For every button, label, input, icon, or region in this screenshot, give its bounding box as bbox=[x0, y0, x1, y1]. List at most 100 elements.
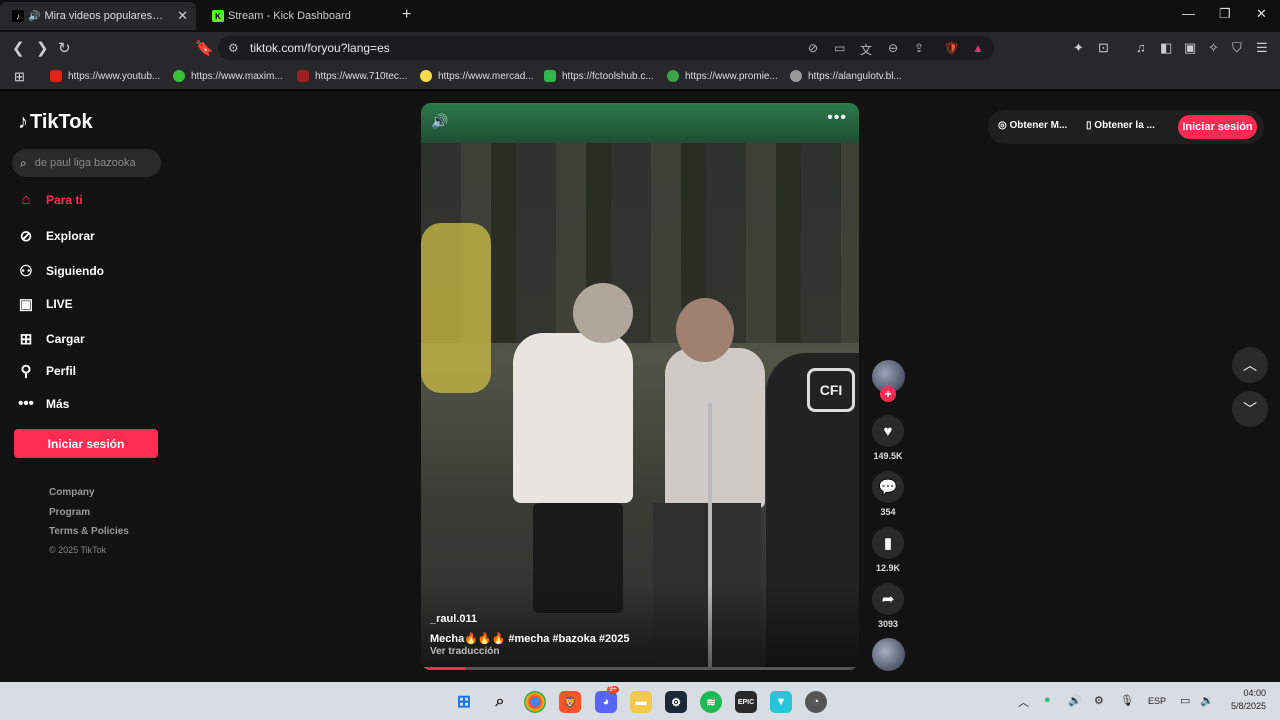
restore-button[interactable]: ❐ bbox=[1219, 6, 1231, 22]
volume-tray-icon[interactable]: 🔊 bbox=[1068, 694, 1082, 707]
previous-video-button[interactable]: ︿ bbox=[1232, 347, 1268, 383]
bookmark-youtube[interactable]: https://www.youtub... bbox=[50, 70, 160, 82]
nav-cargar[interactable]: ⊞ Cargar bbox=[16, 330, 85, 348]
wallet-icon[interactable]: ▣ bbox=[1184, 40, 1196, 56]
epic-games-icon[interactable]: EPIC bbox=[735, 691, 757, 713]
nav-perfil[interactable]: ⚲ Perfil bbox=[16, 362, 77, 380]
windows-start-icon[interactable]: ⊞ bbox=[453, 691, 475, 713]
compass-icon: ⊘ bbox=[19, 228, 33, 245]
language-indicator[interactable]: ESP bbox=[1148, 696, 1166, 706]
volume-icon[interactable]: 🔊 bbox=[431, 113, 448, 130]
bookmark-maxim[interactable]: https://www.maxim... bbox=[173, 70, 283, 82]
video-progress-bar[interactable] bbox=[421, 667, 859, 670]
heart-icon[interactable]: ♥ bbox=[872, 415, 904, 447]
back-button[interactable]: ❮ bbox=[12, 39, 25, 57]
search-icon[interactable]: ⌕ bbox=[489, 691, 511, 713]
steam-icon[interactable]: ⚙ bbox=[665, 691, 687, 713]
brave-shields-icon[interactable]: 🛡 bbox=[944, 41, 959, 55]
apps-grid-icon[interactable]: ⊞ bbox=[14, 69, 25, 85]
video-player[interactable]: CFI 🔊 ••• _raul.011 Mecha🔥🔥🔥 #mecha #baz… bbox=[421, 103, 859, 670]
more-options-icon[interactable]: ••• bbox=[827, 109, 847, 127]
share-icon[interactable]: ⇪ bbox=[914, 41, 924, 55]
share-action[interactable]: ➦ 3093 bbox=[871, 583, 905, 629]
bookmark-promie[interactable]: https://www.promie... bbox=[667, 70, 778, 82]
discord-icon[interactable]: ◕ bbox=[595, 691, 617, 713]
chevron-down-icon: ﹀ bbox=[1243, 401, 1257, 417]
footer-company-link[interactable]: Company bbox=[49, 487, 95, 498]
see-translation-link[interactable]: Ver traducción bbox=[430, 646, 499, 657]
sound-disc-avatar[interactable] bbox=[872, 638, 905, 671]
bookmark-710tec[interactable]: https://www.710tec... bbox=[297, 70, 407, 82]
save-action[interactable]: ▮ 12.9K bbox=[871, 527, 905, 573]
video-caption[interactable]: Mecha🔥🔥🔥 #mecha #bazoka #2025 bbox=[430, 632, 629, 645]
video-username[interactable]: _raul.011 bbox=[430, 613, 477, 625]
phone-icon: ▯ bbox=[1086, 120, 1092, 131]
nav-siguiendo[interactable]: ⚇ Siguiendo bbox=[16, 262, 104, 280]
nav-mas[interactable]: ••• Más bbox=[16, 395, 69, 412]
follow-plus-icon[interactable]: + bbox=[880, 386, 896, 402]
leo-ai-icon[interactable]: ✧ bbox=[1208, 40, 1219, 56]
footer-program-link[interactable]: Program bbox=[49, 507, 90, 518]
file-explorer-icon[interactable]: ▬ bbox=[630, 691, 652, 713]
microphone-icon[interactable]: 🎙 bbox=[1120, 694, 1134, 707]
brave-icon[interactable]: 🦁 bbox=[559, 691, 581, 713]
new-tab-button[interactable]: + bbox=[402, 6, 411, 24]
bookmark-fctoolshub[interactable]: https://fctoolshub.c... bbox=[544, 70, 654, 82]
tiktok-logo[interactable]: ♪ TikTok bbox=[18, 111, 93, 134]
nav-live[interactable]: ▣ LIVE bbox=[16, 295, 73, 313]
translate-icon[interactable]: 文 bbox=[860, 41, 872, 58]
next-video-button[interactable]: ﹀ bbox=[1232, 391, 1268, 427]
cast-icon[interactable]: ▭ bbox=[834, 41, 845, 55]
share-arrow-icon[interactable]: ➦ bbox=[872, 583, 904, 615]
kick-favicon-icon: K bbox=[212, 10, 224, 22]
brave-rewards-icon[interactable]: ▲ bbox=[972, 41, 984, 55]
reload-button[interactable]: ↻ bbox=[58, 39, 71, 57]
login-button[interactable]: Iniciar sesión bbox=[14, 429, 158, 458]
search-input[interactable]: ⌕ de paul liga bazooka bbox=[12, 149, 161, 177]
extensions-icon[interactable]: ✦ bbox=[1073, 40, 1084, 56]
zoom-icon[interactable]: ⊖ bbox=[888, 41, 898, 55]
bookmark-label: https://www.mercad... bbox=[438, 70, 534, 82]
nav-explorar[interactable]: ⊘ Explorar bbox=[16, 227, 95, 245]
bookmark-mercadolibre[interactable]: https://www.mercad... bbox=[420, 70, 534, 82]
forward-button[interactable]: ❯ bbox=[36, 39, 49, 57]
video-frame-figure bbox=[513, 333, 633, 503]
get-app-link[interactable]: ▯ Obtener la ... bbox=[1086, 120, 1155, 131]
bookmark-label: https://www.710tec... bbox=[315, 70, 408, 82]
media-icon[interactable]: ♫ bbox=[1136, 40, 1146, 55]
bookmark-icon[interactable]: 🔖 bbox=[195, 39, 214, 57]
like-action[interactable]: ♥ 149.5K bbox=[871, 415, 905, 461]
clock-time: 04:00 bbox=[1243, 688, 1266, 698]
tab-title: Mira videos populares selecci bbox=[44, 10, 164, 22]
status-dot-icon[interactable]: ● bbox=[1044, 694, 1051, 706]
comment-action[interactable]: 💬 354 bbox=[871, 471, 905, 517]
steam-tray-icon[interactable]: ⚙ bbox=[1094, 694, 1104, 707]
chrome-icon[interactable] bbox=[524, 691, 546, 713]
header-login-button[interactable]: Iniciar sesión bbox=[1178, 115, 1257, 139]
show-hidden-icons[interactable]: ︿ bbox=[1018, 694, 1029, 710]
system-clock[interactable]: 04:00 5/8/2025 bbox=[1222, 687, 1266, 713]
network-icon[interactable]: ▭ bbox=[1180, 694, 1190, 707]
site-settings-icon[interactable]: ⚙ bbox=[228, 41, 239, 55]
vpn-icon[interactable]: ⛉ bbox=[1232, 40, 1242, 56]
menu-icon[interactable]: ☰ bbox=[1256, 40, 1268, 56]
tab-tiktok[interactable]: ♪ 🔊 Mira videos populares selecci ✕ bbox=[0, 2, 196, 30]
footer-terms-link[interactable]: Terms & Policies bbox=[49, 526, 129, 537]
nav-para-ti[interactable]: ⌂ Para ti bbox=[16, 191, 82, 208]
close-tab-icon[interactable]: ✕ bbox=[177, 8, 188, 24]
spotify-icon[interactable]: ≋ bbox=[700, 691, 722, 713]
tab-kick[interactable]: K Stream - Kick Dashboard bbox=[200, 2, 390, 30]
app-icon[interactable]: ◔ bbox=[805, 691, 827, 713]
sidebar-icon[interactable]: ◧ bbox=[1160, 40, 1172, 56]
bookmark-alangulotv[interactable]: https://alangulotv.bl... bbox=[790, 70, 902, 82]
address-bar[interactable]: ⚙ tiktok.com/foryou?lang=es ⊘ ▭ 文 ⊖ ⇪ 🛡 … bbox=[218, 36, 994, 60]
comment-icon[interactable]: 💬 bbox=[872, 471, 904, 503]
get-coins-link[interactable]: ◎ Obtener M... bbox=[998, 120, 1067, 131]
tab-search-icon[interactable]: ⊡ bbox=[1098, 40, 1109, 56]
no-tracking-icon[interactable]: ⊘ bbox=[808, 41, 818, 55]
speaker-tray-icon[interactable]: 🔉 bbox=[1200, 694, 1214, 707]
close-window-button[interactable]: ✕ bbox=[1256, 6, 1267, 22]
vpn-app-icon[interactable]: ▼ bbox=[770, 691, 792, 713]
minimize-button[interactable]: — bbox=[1182, 6, 1195, 21]
bookmark-save-icon[interactable]: ▮ bbox=[872, 527, 904, 559]
